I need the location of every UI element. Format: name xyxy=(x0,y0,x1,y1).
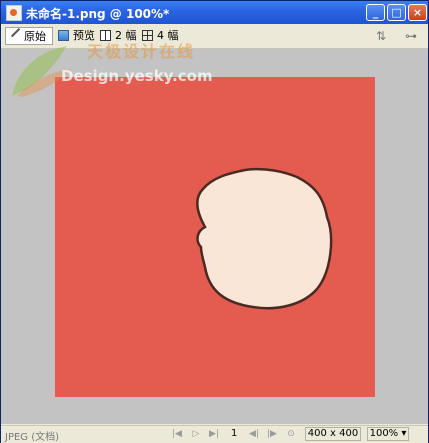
play-icon[interactable]: ▷ xyxy=(191,429,201,439)
first-frame-icon[interactable]: |◀ xyxy=(172,429,182,439)
watermark-leaf-logo xyxy=(12,46,72,97)
cream-blob-shape[interactable] xyxy=(55,77,375,397)
tab-4-up[interactable]: 4 幅 xyxy=(139,27,197,45)
next-frame-icon[interactable]: |▶ xyxy=(267,429,277,439)
prev-frame-icon[interactable]: ◀| xyxy=(249,429,259,439)
minimize-button[interactable]: _ xyxy=(366,4,385,21)
document-window: 未命名-1.png @ 100%* _ □ × 原始 预览 2 幅 4 幅 ⇅ … xyxy=(0,0,429,443)
tab-4-up-label: 4 幅 xyxy=(157,29,179,42)
frame-number: 1 xyxy=(231,428,238,439)
canvas-area[interactable] xyxy=(1,49,428,424)
document-icon xyxy=(6,5,22,21)
two-up-icon xyxy=(100,30,111,41)
page-view-icon[interactable]: ⊶ xyxy=(401,28,421,44)
title-bar[interactable]: 未命名-1.png @ 100%* _ □ × xyxy=(1,1,428,24)
close-button[interactable]: × xyxy=(408,4,427,21)
quick-export-icon[interactable]: ⇅ xyxy=(371,28,391,44)
tab-2-up-label: 2 幅 xyxy=(115,29,137,42)
preview-icon xyxy=(58,30,69,41)
document-canvas[interactable] xyxy=(55,77,375,397)
format-label: JPEG (文档) xyxy=(5,432,60,443)
zoom-value: 100% xyxy=(369,428,399,439)
zoom-select[interactable]: 100% ▾ xyxy=(367,427,409,441)
last-frame-icon[interactable]: ▶| xyxy=(209,429,219,439)
loop-icon[interactable]: ⊙ xyxy=(286,429,296,439)
four-up-icon xyxy=(142,30,153,41)
image-dimensions: 400 x 400 xyxy=(305,427,361,441)
status-bar: JPEG (文档) |◀ ▷ ▶| 1 ◀| |▶ ⊙ 400 x 400 10… xyxy=(1,425,428,443)
window-title: 未命名-1.png @ 100%* xyxy=(26,7,170,21)
maximize-button[interactable]: □ xyxy=(387,4,406,21)
